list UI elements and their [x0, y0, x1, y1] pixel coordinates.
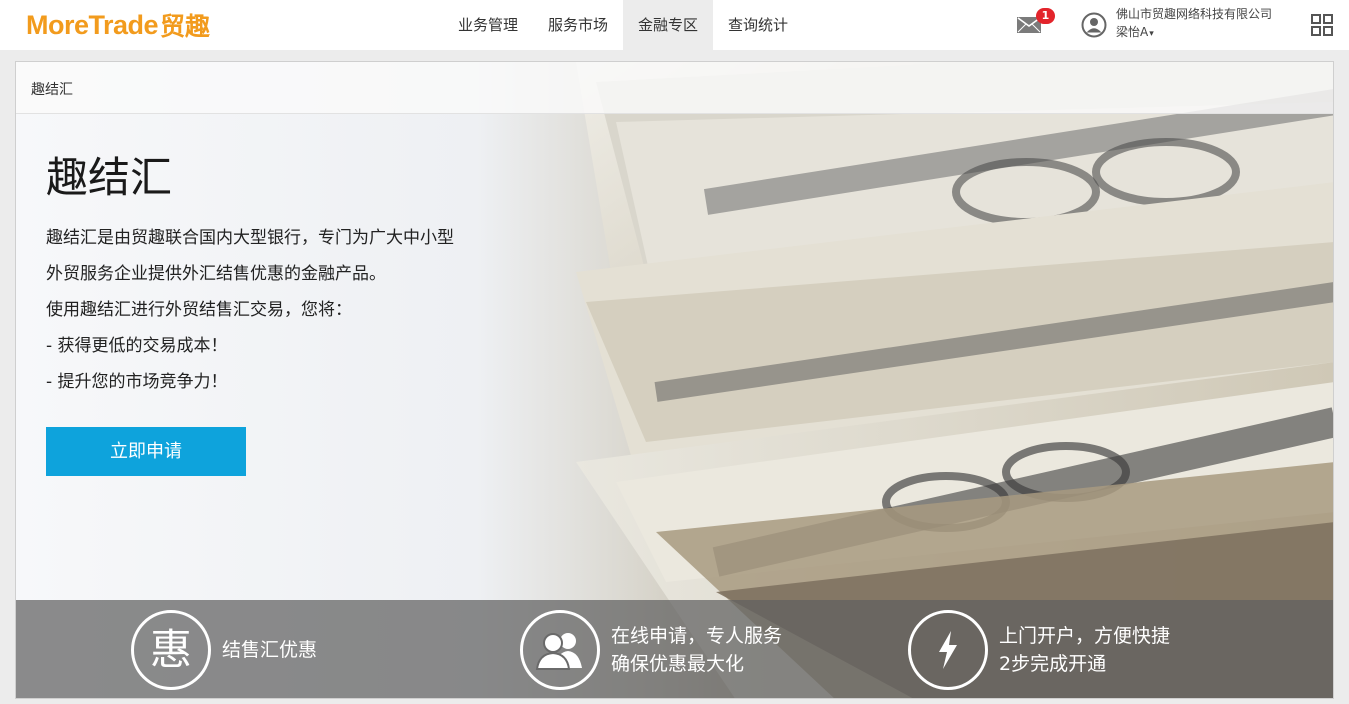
nav-item-finance[interactable]: 金融专区 — [623, 0, 714, 50]
breadcrumb: 趣结汇 — [16, 62, 1333, 114]
company-name: 佛山市贸趣网络科技有限公司 — [1116, 7, 1273, 21]
chevron-down-icon: ▾ — [1149, 29, 1154, 39]
feature-discount: 惠 结售汇优惠 — [131, 610, 317, 690]
discount-icon: 惠 — [131, 610, 211, 690]
user-menu[interactable]: 梁怡A▾ — [1116, 23, 1154, 40]
top-navbar: MoreTrade 贸趣 业务管理 服务市场 金融专区 查询统计 1 佛山市贸趣… — [0, 0, 1349, 50]
product-description: 趣结汇是由贸趣联合国内大型银行，专门为广大中小型 外贸服务企业提供外汇结售优惠的… — [46, 220, 546, 400]
unread-count-badge: 1 — [1036, 8, 1055, 24]
feature-text: 结售汇优惠 — [222, 639, 318, 661]
description-line: 使用趣结汇进行外贸结售汇交易，您将： — [46, 300, 352, 320]
feature-text: 2步完成开通 — [999, 653, 1107, 675]
feature-online-apply: 在线申请，专人服务 确保优惠最大化 — [520, 610, 782, 690]
benefit-item: - 提升您的市场竞争力！ — [46, 372, 228, 392]
nav-item-service-market[interactable]: 服务市场 — [533, 0, 623, 50]
lightning-icon — [908, 610, 988, 690]
nav-item-business[interactable]: 业务管理 — [443, 0, 533, 50]
logo[interactable]: MoreTrade 贸趣 — [26, 9, 211, 42]
main-nav: 业务管理 服务市场 金融专区 查询统计 — [443, 0, 803, 50]
feature-strip: 惠 结售汇优惠 在线申请，专人服务 确保优惠最大化 上门开户，方便快捷 2步完成… — [16, 600, 1333, 698]
banner-panel: 趣结汇 趣结汇 趣结汇是由贸趣联合国内大型银行，专门为广大中小型 外贸服务企业提… — [15, 61, 1334, 699]
feature-text: 上门开户，方便快捷 — [999, 625, 1171, 647]
breadcrumb-current: 趣结汇 — [31, 82, 73, 98]
discount-glyph: 惠 — [149, 625, 192, 674]
description-line: 趣结汇是由贸趣联合国内大型银行，专门为广大中小型 — [46, 228, 454, 248]
feature-text: 确保优惠最大化 — [611, 653, 745, 675]
apply-now-button[interactable]: 立即申请 — [46, 427, 246, 476]
description-line: 外贸服务企业提供外汇结售优惠的金融产品。 — [46, 264, 386, 284]
logo-text-en: MoreTrade — [26, 9, 159, 40]
page-title: 趣结汇 — [46, 153, 173, 202]
user-avatar-icon[interactable] — [1081, 12, 1107, 38]
grid-icon[interactable] — [1311, 14, 1333, 36]
username-label: 梁怡A — [1116, 25, 1149, 39]
logo-text-cn: 贸趣 — [160, 12, 211, 41]
nav-item-statistics[interactable]: 查询统计 — [713, 0, 803, 50]
people-icon — [520, 610, 600, 690]
feature-onsite-opening: 上门开户，方便快捷 2步完成开通 — [908, 610, 1170, 690]
benefit-item: - 获得更低的交易成本！ — [46, 336, 228, 356]
feature-text: 在线申请，专人服务 — [611, 625, 783, 647]
